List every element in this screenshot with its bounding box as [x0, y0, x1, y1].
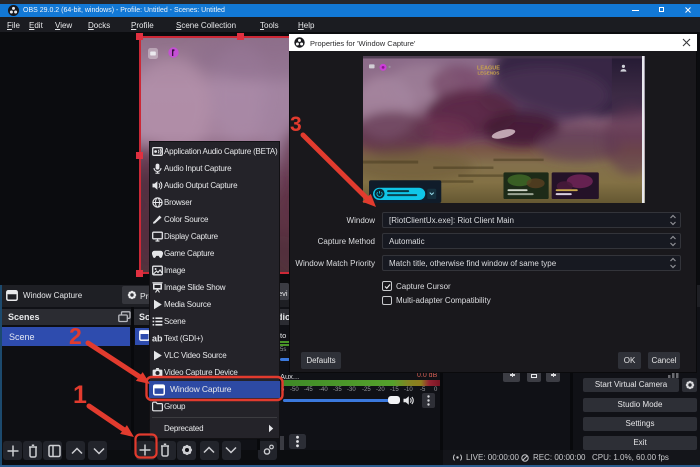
svg-text:2: 2 — [69, 323, 82, 349]
svg-text:3: 3 — [290, 113, 302, 136]
svg-text:1: 1 — [73, 381, 87, 409]
